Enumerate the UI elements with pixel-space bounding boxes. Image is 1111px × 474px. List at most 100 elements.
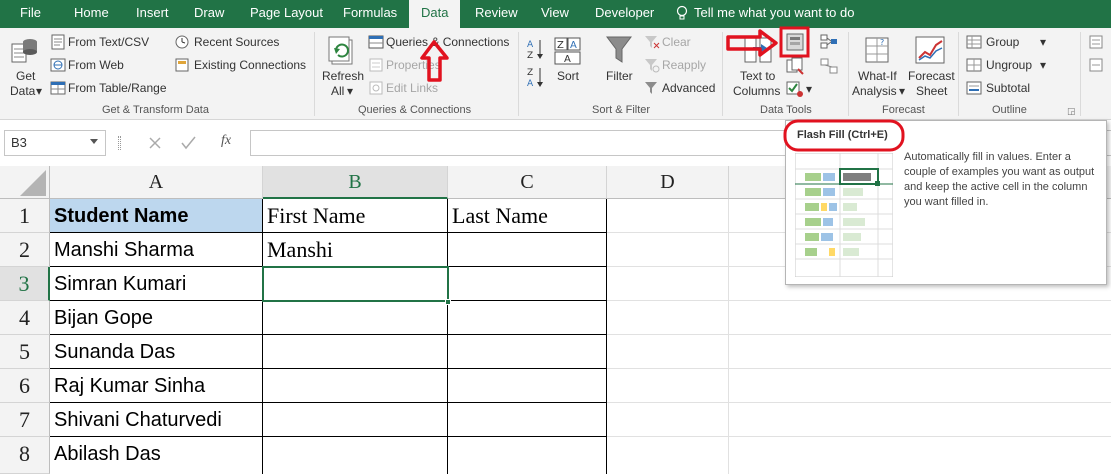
ribbon: Get Data ▾ From Text/CSV From Web From T… [0, 28, 1111, 120]
from-table-range-button[interactable]: From Table/Range [68, 81, 167, 95]
row-header-3[interactable]: 3 [0, 267, 50, 301]
data-validation-icon[interactable] [786, 80, 804, 98]
edit-links-button[interactable]: Edit Links [386, 81, 438, 95]
insert-function-button[interactable]: fx [221, 133, 231, 149]
refresh-dropdown-icon[interactable]: ▾ [347, 84, 353, 98]
properties-button[interactable]: Properties [386, 58, 441, 72]
column-header-c[interactable]: C [448, 166, 607, 199]
row-header-1[interactable]: 1 [0, 199, 50, 233]
text-to-columns-label-2[interactable]: Columns [733, 84, 780, 98]
cancel-icon[interactable] [149, 137, 161, 149]
cell-a2[interactable]: Manshi Sharma [50, 233, 263, 267]
text-to-columns-label-1[interactable]: Text to [740, 69, 775, 83]
get-data-label-1[interactable]: Get [16, 69, 35, 83]
cell-a1[interactable]: Student Name [50, 199, 263, 233]
cell-c7[interactable] [448, 403, 607, 437]
cell-a4[interactable]: Bijan Gope [50, 301, 263, 335]
cell-c5[interactable] [448, 335, 607, 369]
ribbon-tab-bar: File Home Insert Draw Page Layout Formul… [0, 0, 1111, 29]
cell-a8[interactable]: Abilash Das [50, 437, 263, 474]
name-box-dropdown-icon[interactable] [90, 139, 98, 144]
forecast-sheet-label-2[interactable]: Sheet [916, 84, 947, 98]
cell-c1[interactable]: Last Name [448, 199, 607, 233]
advanced-button[interactable]: Advanced [662, 81, 715, 95]
formula-bar-grip[interactable] [118, 136, 121, 150]
refresh-label-1[interactable]: Refresh [322, 69, 364, 83]
cell-b1[interactable]: First Name [263, 199, 448, 233]
group-button[interactable]: Group [986, 35, 1019, 49]
row-header-4[interactable]: 4 [0, 301, 50, 335]
column-header-d[interactable]: D [607, 166, 729, 199]
cell-b4[interactable] [263, 301, 448, 335]
refresh-label-2[interactable]: All [331, 84, 344, 98]
subtotal-icon [966, 81, 982, 95]
enter-check-icon[interactable] [181, 136, 196, 150]
tab-data[interactable]: Data [409, 0, 461, 29]
row-header-6[interactable]: 6 [0, 369, 50, 403]
cell-c6[interactable] [448, 369, 607, 403]
recent-sources-button[interactable]: Recent Sources [194, 35, 279, 49]
row-header-5[interactable]: 5 [0, 335, 50, 369]
what-if-label-2[interactable]: Analysis [852, 84, 897, 98]
from-text-csv-button[interactable]: From Text/CSV [68, 35, 149, 49]
column-header-b[interactable]: B [263, 166, 448, 199]
flash-fill-icon[interactable] [786, 33, 804, 51]
tab-developer[interactable]: Developer [595, 0, 654, 28]
tab-file[interactable]: File [20, 0, 41, 28]
cell-c8[interactable] [448, 437, 607, 474]
reapply-button[interactable]: Reapply [662, 58, 706, 72]
column-header-a[interactable]: A [50, 166, 263, 199]
what-if-dropdown-icon[interactable]: ▾ [899, 84, 905, 98]
cell-a3[interactable]: Simran Kumari [50, 267, 263, 301]
cell-a5[interactable]: Sunanda Das [50, 335, 263, 369]
text-file-icon [51, 34, 65, 50]
ungroup-icon [966, 58, 982, 72]
existing-connections-button[interactable]: Existing Connections [194, 58, 306, 72]
filter-icon [606, 36, 632, 63]
subtotal-button[interactable]: Subtotal [986, 81, 1030, 95]
clear-button[interactable]: Clear [662, 35, 691, 49]
from-web-button[interactable]: From Web [68, 58, 124, 72]
show-detail-icon[interactable] [1088, 34, 1104, 50]
fill-handle[interactable] [445, 299, 451, 305]
cell-a7[interactable]: Shivani Chaturvedi [50, 403, 263, 437]
cell-c3[interactable] [448, 267, 607, 301]
tab-page-layout[interactable]: Page Layout [250, 0, 323, 28]
cell-b6[interactable] [263, 369, 448, 403]
ungroup-dropdown-icon[interactable]: ▾ [1040, 58, 1046, 72]
hide-detail-icon[interactable] [1088, 57, 1104, 73]
row-header-2[interactable]: 2 [0, 233, 50, 267]
tab-review[interactable]: Review [475, 0, 518, 28]
get-data-dropdown-icon[interactable]: ▾ [36, 84, 42, 98]
data-validation-dropdown-icon[interactable]: ▾ [806, 82, 812, 96]
group-dropdown-icon[interactable]: ▾ [1040, 35, 1046, 49]
tell-me-search[interactable]: Tell me what you want to do [694, 0, 854, 28]
what-if-label-1[interactable]: What-If [858, 69, 897, 83]
cell-c2[interactable] [448, 233, 607, 267]
cell-b5[interactable] [263, 335, 448, 369]
get-data-label-2[interactable]: Data [10, 84, 35, 98]
row-header-8[interactable]: 8 [0, 437, 50, 474]
outline-dialog-launcher-icon[interactable]: ◲ [1067, 104, 1076, 118]
relationships-icon[interactable] [820, 57, 838, 75]
tab-formulas[interactable]: Formulas [343, 0, 397, 28]
remove-duplicates-icon[interactable] [786, 57, 804, 75]
tab-view[interactable]: View [541, 0, 569, 28]
cell-c4[interactable] [448, 301, 607, 335]
tab-insert[interactable]: Insert [136, 0, 169, 28]
cell-b2[interactable]: Manshi [263, 233, 448, 267]
tooltip-title: Flash Fill (Ctrl+E) [797, 129, 888, 141]
cell-a6[interactable]: Raj Kumar Sinha [50, 369, 263, 403]
ungroup-button[interactable]: Ungroup [986, 58, 1032, 72]
tab-draw[interactable]: Draw [194, 0, 224, 28]
forecast-sheet-label-1[interactable]: Forecast [908, 69, 955, 83]
queries-connections-button[interactable]: Queries & Connections [386, 35, 509, 49]
sort-button[interactable]: Sort [557, 69, 579, 83]
cell-b8[interactable] [263, 437, 448, 474]
cell-b7[interactable] [263, 403, 448, 437]
tab-home[interactable]: Home [74, 0, 109, 28]
select-all-corner[interactable] [0, 166, 50, 199]
consolidate-icon[interactable] [820, 33, 838, 51]
filter-button[interactable]: Filter [606, 69, 633, 83]
row-header-7[interactable]: 7 [0, 403, 50, 437]
